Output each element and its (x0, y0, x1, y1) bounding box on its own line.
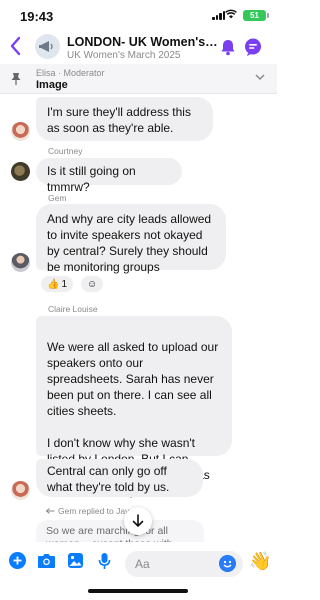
sender-name: Gem (48, 193, 67, 203)
reply-preview[interactable]: So we are marching for all women... exce… (36, 520, 204, 542)
reply-preview-text: So we are marching for all women... exce… (46, 525, 173, 542)
message-bubble[interactable]: We were all asked to upload our speakers… (36, 316, 232, 498)
signal-icon (212, 11, 225, 20)
megaphone-icon (39, 41, 53, 52)
image-gallery-icon[interactable] (67, 552, 84, 569)
reply-arrow-icon (46, 507, 55, 514)
reply-label: Gem replied to Jay (46, 506, 129, 516)
chat-header: LONDON- UK Women's M... UK Women's March… (0, 30, 277, 64)
message-text: I'm sure they'll address this as soon as… (47, 105, 191, 135)
scroll-to-bottom-button[interactable] (124, 507, 152, 535)
pinned-message-bar[interactable]: Elisa · Moderator Image (0, 64, 277, 94)
reply-label-text: Gem replied to Jay (58, 506, 130, 516)
avatar[interactable] (11, 122, 30, 141)
reactions-row: 👍 1 ☺ (40, 275, 105, 293)
chat-title[interactable]: LONDON- UK Women's M... (67, 35, 219, 49)
battery-indicator: 51 (243, 10, 266, 21)
group-avatar[interactable] (35, 34, 60, 59)
message-text: And why are city leads allowed to invite… (47, 212, 212, 274)
message-text: Is it still going on tmmrw? (47, 164, 136, 194)
home-indicator (88, 589, 188, 593)
status-time: 19:43 (20, 9, 54, 24)
chat-bubble-icon[interactable] (243, 37, 263, 57)
sender-name: Claire Louise (48, 304, 98, 314)
battery-tip (267, 13, 269, 18)
back-chevron-icon[interactable] (10, 36, 22, 56)
message-bubble[interactable]: Central can only go off what they're tol… (36, 459, 203, 497)
arrow-down-icon (132, 514, 144, 528)
pinned-text: Image (36, 79, 68, 91)
wifi-icon (225, 9, 237, 19)
pinned-author: Elisa · Moderator (36, 68, 105, 78)
message-bubble[interactable]: Is it still going on tmmrw? (36, 158, 182, 194)
message-bubble[interactable]: I'm sure they'll address this as soon as… (36, 97, 213, 141)
reaction-emoji: 👍 (47, 278, 60, 290)
avatar[interactable] (11, 162, 30, 181)
status-bar: 19:43 51 (0, 0, 277, 30)
chevron-down-icon[interactable] (255, 74, 265, 81)
camera-icon[interactable] (37, 552, 56, 569)
add-reaction-button[interactable]: ☺ (80, 275, 105, 293)
chat-subtitle[interactable]: UK Women's March 2025 (67, 50, 180, 61)
avatar[interactable] (11, 481, 30, 500)
reaction-count: 1 (61, 278, 68, 290)
message-bubble[interactable]: And why are city leads allowed to invite… (36, 204, 226, 274)
plus-icon[interactable] (9, 552, 26, 569)
pin-icon (11, 73, 21, 85)
message-text: Central can only go off what they're tol… (47, 464, 170, 494)
reaction-pill[interactable]: 👍 1 (40, 275, 75, 293)
emoji-smile-icon[interactable] (219, 555, 236, 572)
bell-icon[interactable] (220, 38, 236, 56)
microphone-icon[interactable] (98, 552, 111, 570)
smile-icon: ☺ (87, 278, 98, 290)
quick-send-emoji-button[interactable]: 👋 (249, 551, 271, 572)
sender-name: Courtney (48, 146, 83, 156)
avatar[interactable] (11, 253, 30, 272)
